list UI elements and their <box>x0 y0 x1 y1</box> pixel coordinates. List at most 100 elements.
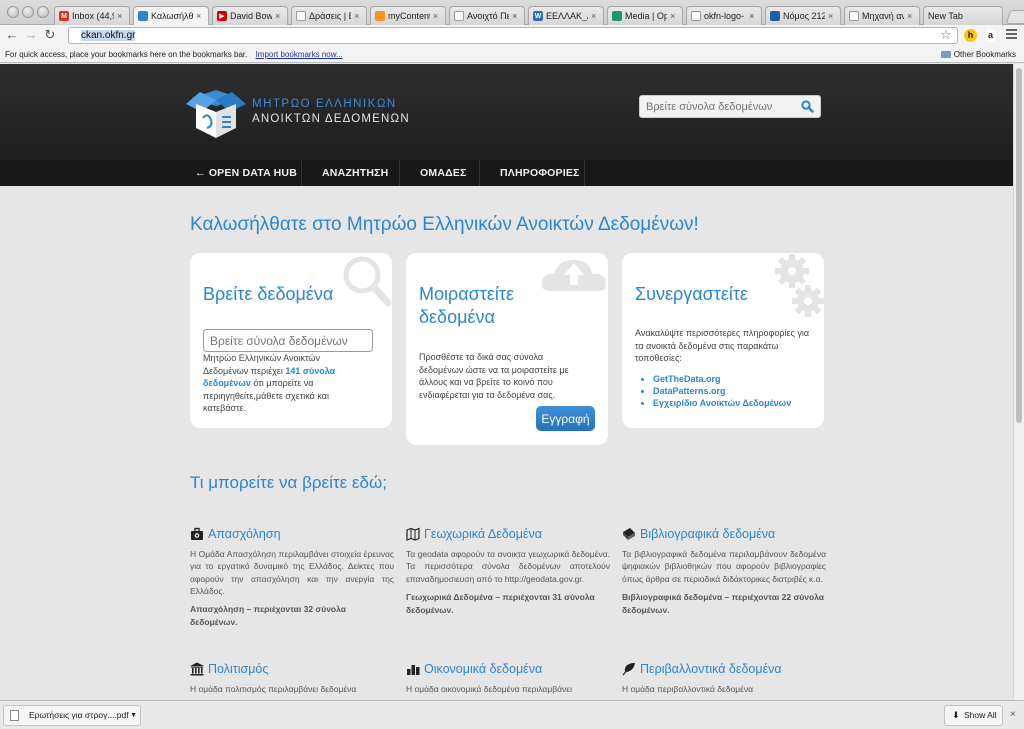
category-header[interactable]: Βιβλιογραφικά δεδομένα <box>622 526 826 542</box>
browser-tab[interactable]: New Tab <box>923 6 1003 25</box>
category-description: Η ομάδα πολιτισμός περιλαμβάνει δεδομένα <box>190 684 357 694</box>
new-tab-button[interactable] <box>1005 10 1024 24</box>
browser-tab-bar: MInbox (44,9×Καλωσήλθα×▶David Bowie×Δράσ… <box>0 0 1024 25</box>
category-title[interactable]: Απασχόληση <box>208 527 281 541</box>
category-title[interactable]: Πολιτισμός <box>208 662 268 676</box>
browser-tab[interactable]: M Inbox (44,9 × <box>54 6 130 25</box>
collaborate-text: Ανακαλύψτε περισσότερες πληροφορίες για … <box>635 328 810 363</box>
category-title[interactable]: Οικονομικά δεδομένα <box>424 662 542 676</box>
browser-menu-icon[interactable] <box>1006 29 1017 41</box>
find-data-input[interactable] <box>203 329 373 352</box>
gears-icon <box>775 254 824 317</box>
category-header[interactable]: Περιβαλλοντικά δεδομένα <box>622 661 826 677</box>
link-getthedata[interactable]: GetTheData.org <box>653 373 791 385</box>
back-button[interactable]: ← <box>5 28 19 42</box>
category-count: Γεωχωρικά Δεδομένα – περιέχονται 31 σύνο… <box>406 591 595 615</box>
import-bookmarks-link[interactable]: Import bookmarks now... <box>256 50 343 59</box>
tab-title: myContent <box>388 11 430 21</box>
nav-search[interactable]: ΑΝΑΖΗΤΗΣΗ <box>322 160 388 186</box>
tab-close-icon[interactable]: × <box>828 11 836 21</box>
category-employment: Απασχόληση Η Ομάδα Απασχόληση περιλαμβάν… <box>190 526 394 629</box>
tab-close-icon[interactable]: × <box>512 11 520 21</box>
category-description: Τα geodata αφορούν τα ανοικτα γεωχωρικά … <box>406 549 610 584</box>
category-header[interactable]: Απασχόληση <box>190 526 394 542</box>
bookmark-star-icon[interactable]: ☆ <box>940 27 952 43</box>
category-header[interactable]: Γεωχωρικά Δεδομένα <box>406 526 610 542</box>
page-scrollbar[interactable] <box>1013 64 1024 700</box>
link-open-data-handbook[interactable]: Εγχειρίδιο Ανοικτών Δεδομένων <box>653 397 791 409</box>
dropdown-arrow-icon[interactable]: ▼ <box>130 706 137 725</box>
link-datapatterns[interactable]: DataPatterns.org <box>653 385 791 397</box>
scrollbar-thumb[interactable] <box>1016 68 1022 423</box>
tab-title: Δράσεις | Ε <box>309 11 351 21</box>
category-header[interactable]: Πολιτισμός <box>190 661 394 677</box>
minimize-window-button[interactable] <box>22 6 34 18</box>
category-geodata: Γεωχωρικά Δεδομένα Τα geodata αφορούν τα… <box>406 526 610 617</box>
nav-open-data-hub[interactable]: ← OPEN DATA HUB <box>195 160 297 186</box>
favicon-icon <box>454 11 464 21</box>
browser-tab[interactable]: Μηχανή αν × <box>844 6 920 25</box>
logo-box-icon[interactable] <box>186 86 246 138</box>
close-shelf-icon[interactable]: × <box>1010 709 1016 720</box>
forward-button[interactable]: → <box>24 28 38 42</box>
tab-close-icon[interactable]: × <box>117 11 125 21</box>
category-title[interactable]: Περιβαλλοντικά δεδομένα <box>640 662 782 676</box>
collaborate-card: Συνεργαστείτε Ανακαλύψτε περισσότερες πλ… <box>622 253 824 428</box>
browser-tab[interactable]: okfn-logo- × <box>686 6 762 25</box>
category-header[interactable]: Οικονομικά δεδομένα <box>406 661 610 677</box>
tab-close-icon[interactable]: × <box>433 11 441 21</box>
browser-tab[interactable]: Media | Op × <box>607 6 683 25</box>
tab-close-icon[interactable]: × <box>196 11 204 21</box>
browser-tab[interactable]: ▶David Bowie× <box>212 6 288 25</box>
reload-button[interactable]: ↻ <box>43 28 57 42</box>
nav-info[interactable]: ΠΛΗΡΟΦΟΡΙΕΣ <box>500 160 580 186</box>
tab-close-icon[interactable]: × <box>275 11 283 21</box>
other-bookmarks[interactable]: Other Bookmarks <box>940 46 1016 63</box>
browser-tab[interactable]: myContent × <box>370 6 446 25</box>
folder-icon <box>940 51 951 59</box>
tab-close-icon[interactable]: × <box>354 11 362 21</box>
nav-divider <box>399 160 400 186</box>
other-bookmarks-label: Other Bookmarks <box>953 50 1016 59</box>
search-icon[interactable] <box>801 100 814 113</box>
zoom-window-button[interactable] <box>37 6 49 18</box>
url-text: ckan.okfn.gr <box>81 30 136 41</box>
category-description: Η Ομάδα Απασχόληση περιλαμβάνει στοιχεία… <box>190 549 394 596</box>
find-data-card: Βρείτε δεδομένα Μητρώο Ελληνικών Ανοικτώ… <box>190 253 392 428</box>
tab-close-icon[interactable]: × <box>591 11 599 21</box>
download-filename: Ερωτήσεις για στρογ....pdf <box>29 710 129 720</box>
show-all-downloads-button[interactable]: ⬇ Show All <box>944 705 1003 726</box>
briefcase-icon <box>191 527 203 540</box>
site-search-input[interactable] <box>640 96 790 117</box>
browser-tab[interactable]: Νόμος 212 × <box>765 6 841 25</box>
map-icon <box>406 527 420 541</box>
logo-title-line2[interactable]: ΑΝΟΙΚΤΩΝ ΔΕΔΟΜΕΝΩΝ <box>252 113 410 125</box>
tab-close-icon[interactable]: × <box>749 11 757 21</box>
nav-groups[interactable]: ΟΜΑΔΕΣ <box>420 160 467 186</box>
browser-tab[interactable]: WΕΕΛΛΑΚ_Αν× <box>528 6 604 25</box>
tab-close-icon[interactable]: × <box>907 11 915 21</box>
tab-close-icon[interactable]: × <box>670 11 678 21</box>
download-item[interactable]: Ερωτήσεις για στρογ....pdf ▼ <box>3 705 141 726</box>
extension-icon-amazon[interactable]: a <box>984 29 997 42</box>
nav-divider <box>479 160 480 186</box>
browser-tab[interactable]: Ανοιχτό Πε × <box>449 6 525 25</box>
address-bar[interactable]: ckan.okfn.gr <box>68 27 958 44</box>
share-data-card: Μοιραστείτε δεδομένα Προσθέστε τα δικά σ… <box>406 253 608 445</box>
share-data-text: Προσθέστε τα δικά σας σύνολα δεδομένων ώ… <box>419 352 569 400</box>
browser-tab[interactable]: Καλωσήλθα× <box>133 6 209 25</box>
welcome-heading: Καλωσήλθατε στο Μητρώο Ελληνικών Ανοικτώ… <box>190 214 699 235</box>
category-title[interactable]: Γεωχωρικά Δεδομένα <box>424 527 542 541</box>
favicon-icon: ▶ <box>217 11 227 21</box>
bookmarks-bar: For quick access, place your bookmarks h… <box>0 46 1024 63</box>
category-title[interactable]: Βιβλιογραφικά δεδομένα <box>640 527 775 541</box>
close-window-button[interactable] <box>7 6 19 18</box>
nav-divider <box>584 160 585 186</box>
extension-icon-h[interactable]: h <box>964 29 977 42</box>
category-economic: Οικονομικά δεδομένα Η ομάδα οικονομικά δ… <box>406 661 610 695</box>
logo-title-line1[interactable]: ΜΗΤΡΩΟ ΕΛΛΗΝΙΚΩΝ <box>252 98 397 110</box>
show-all-label: Show All <box>964 710 997 720</box>
register-button[interactable]: Εγγραφή <box>536 406 595 431</box>
find-data-text: Μητρώο Ελληνικών Ανοικτών Δεδομένων περι… <box>203 352 353 415</box>
browser-tab[interactable]: Δράσεις | Ε × <box>291 6 367 25</box>
